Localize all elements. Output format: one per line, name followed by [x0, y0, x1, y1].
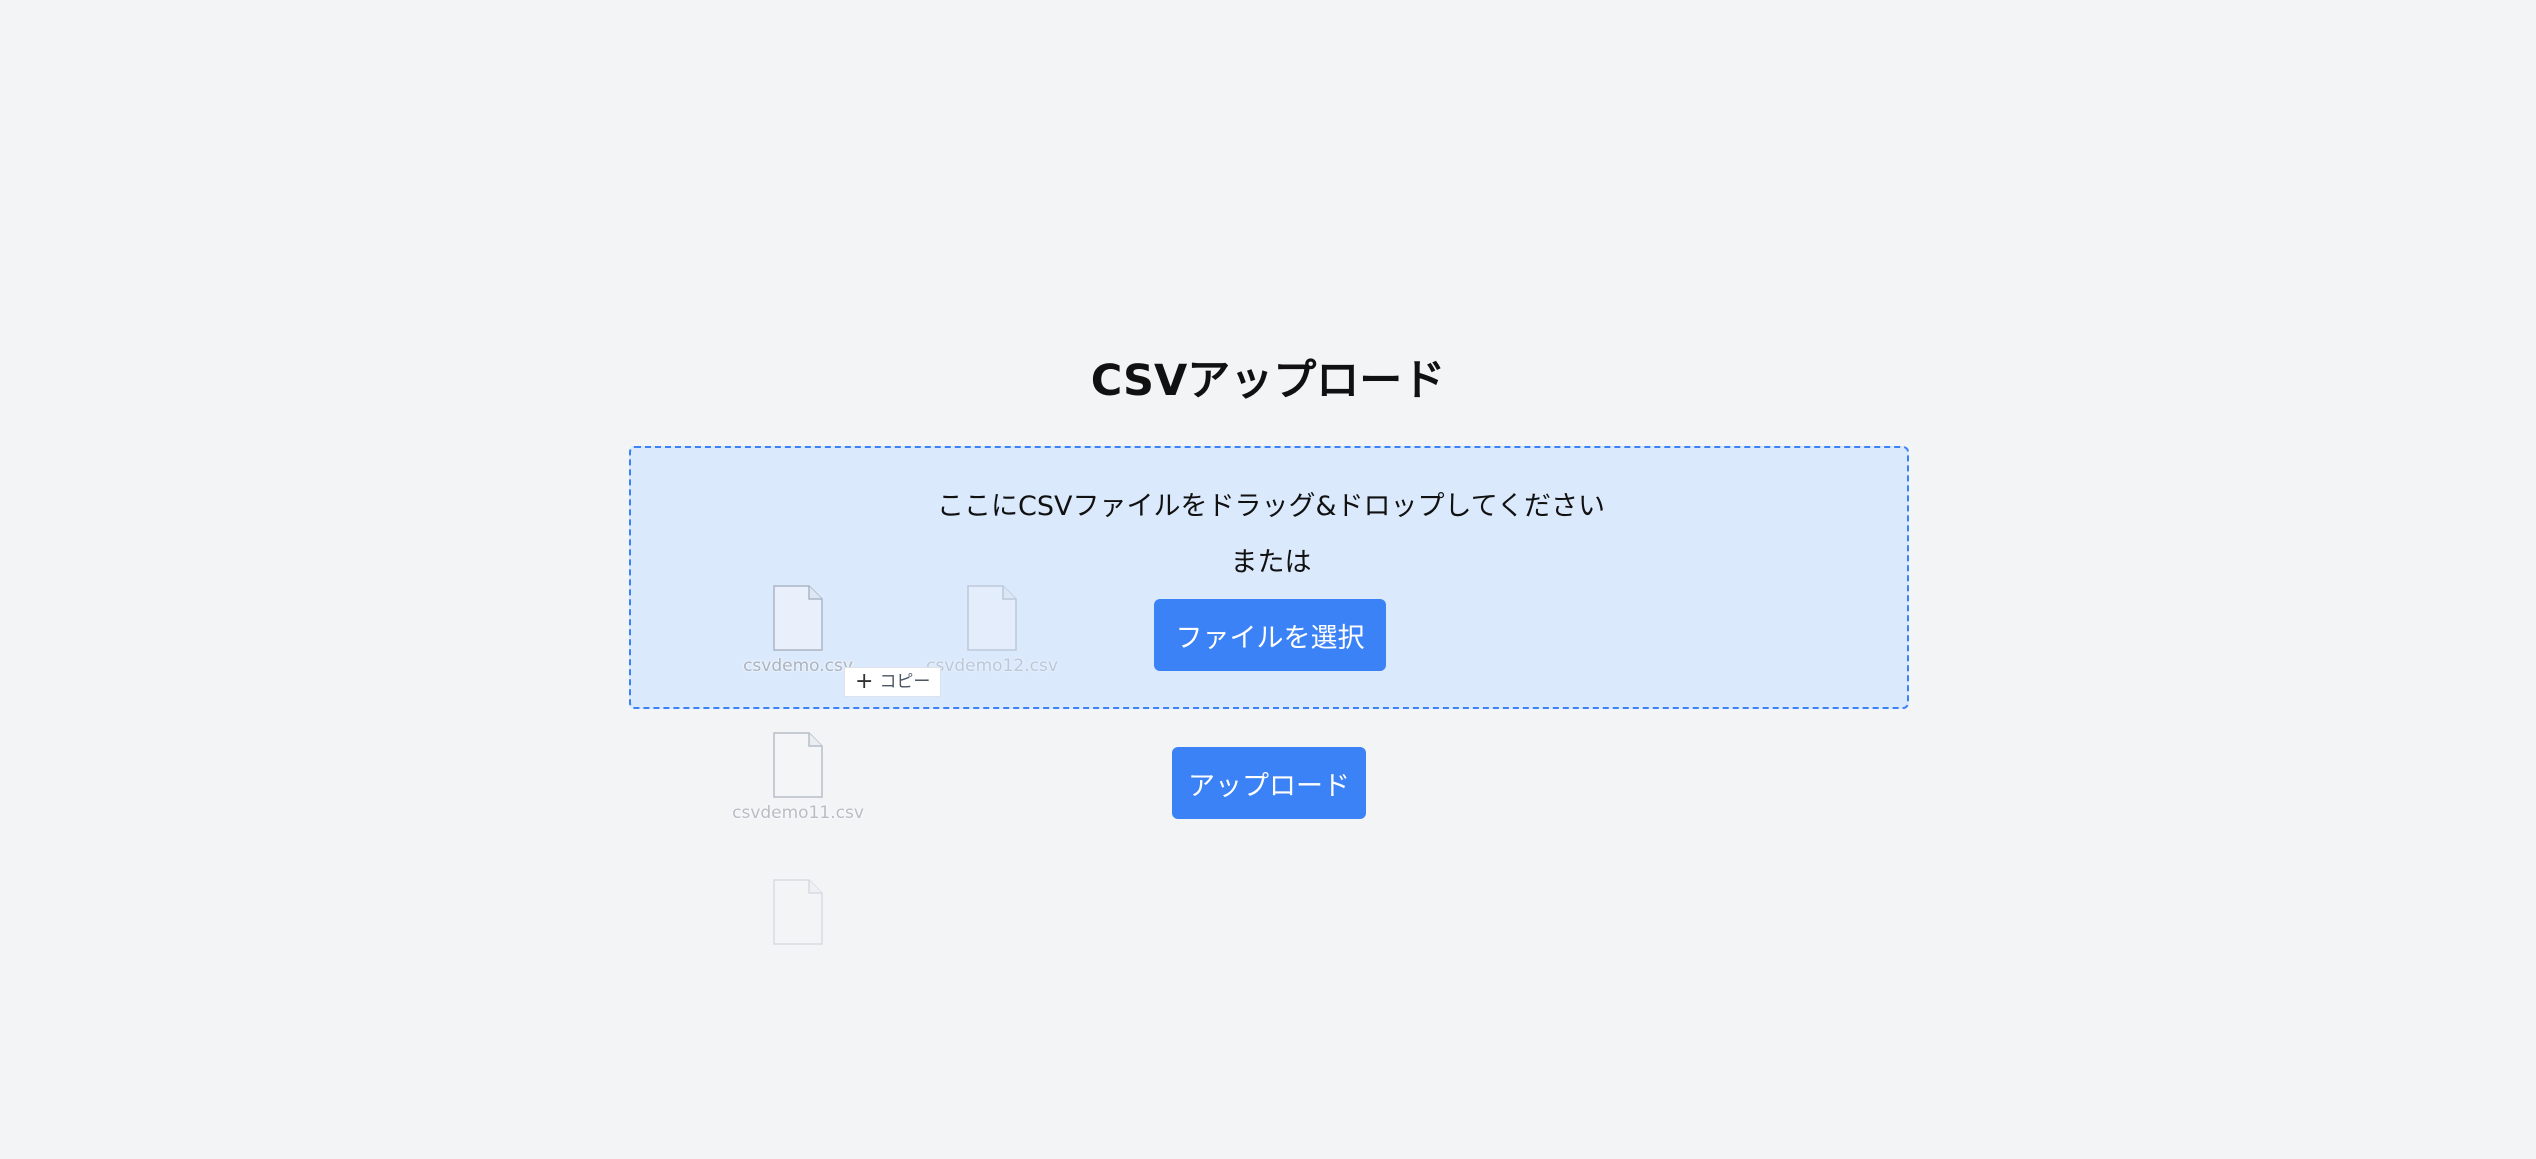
drop-instruction: ここにCSVファイルをドラッグ&ドロップしてください [937, 491, 1605, 522]
select-file-button[interactable]: ファイルを選択 [1154, 599, 1386, 671]
dragged-file-name: csvdemo11.csv [732, 803, 864, 823]
file-icon [773, 879, 823, 945]
file-icon [773, 732, 823, 798]
dragged-file: csvdemo11.csv [728, 732, 868, 824]
page-title: CSVアップロード [1090, 356, 1446, 406]
or-divider-text: または [1230, 547, 1312, 578]
upload-button[interactable]: アップロード [1172, 747, 1366, 819]
dragged-file [728, 879, 868, 949]
csv-drop-zone[interactable]: ここにCSVファイルをドラッグ&ドロップしてください または ファイルを選択 [629, 446, 1909, 709]
